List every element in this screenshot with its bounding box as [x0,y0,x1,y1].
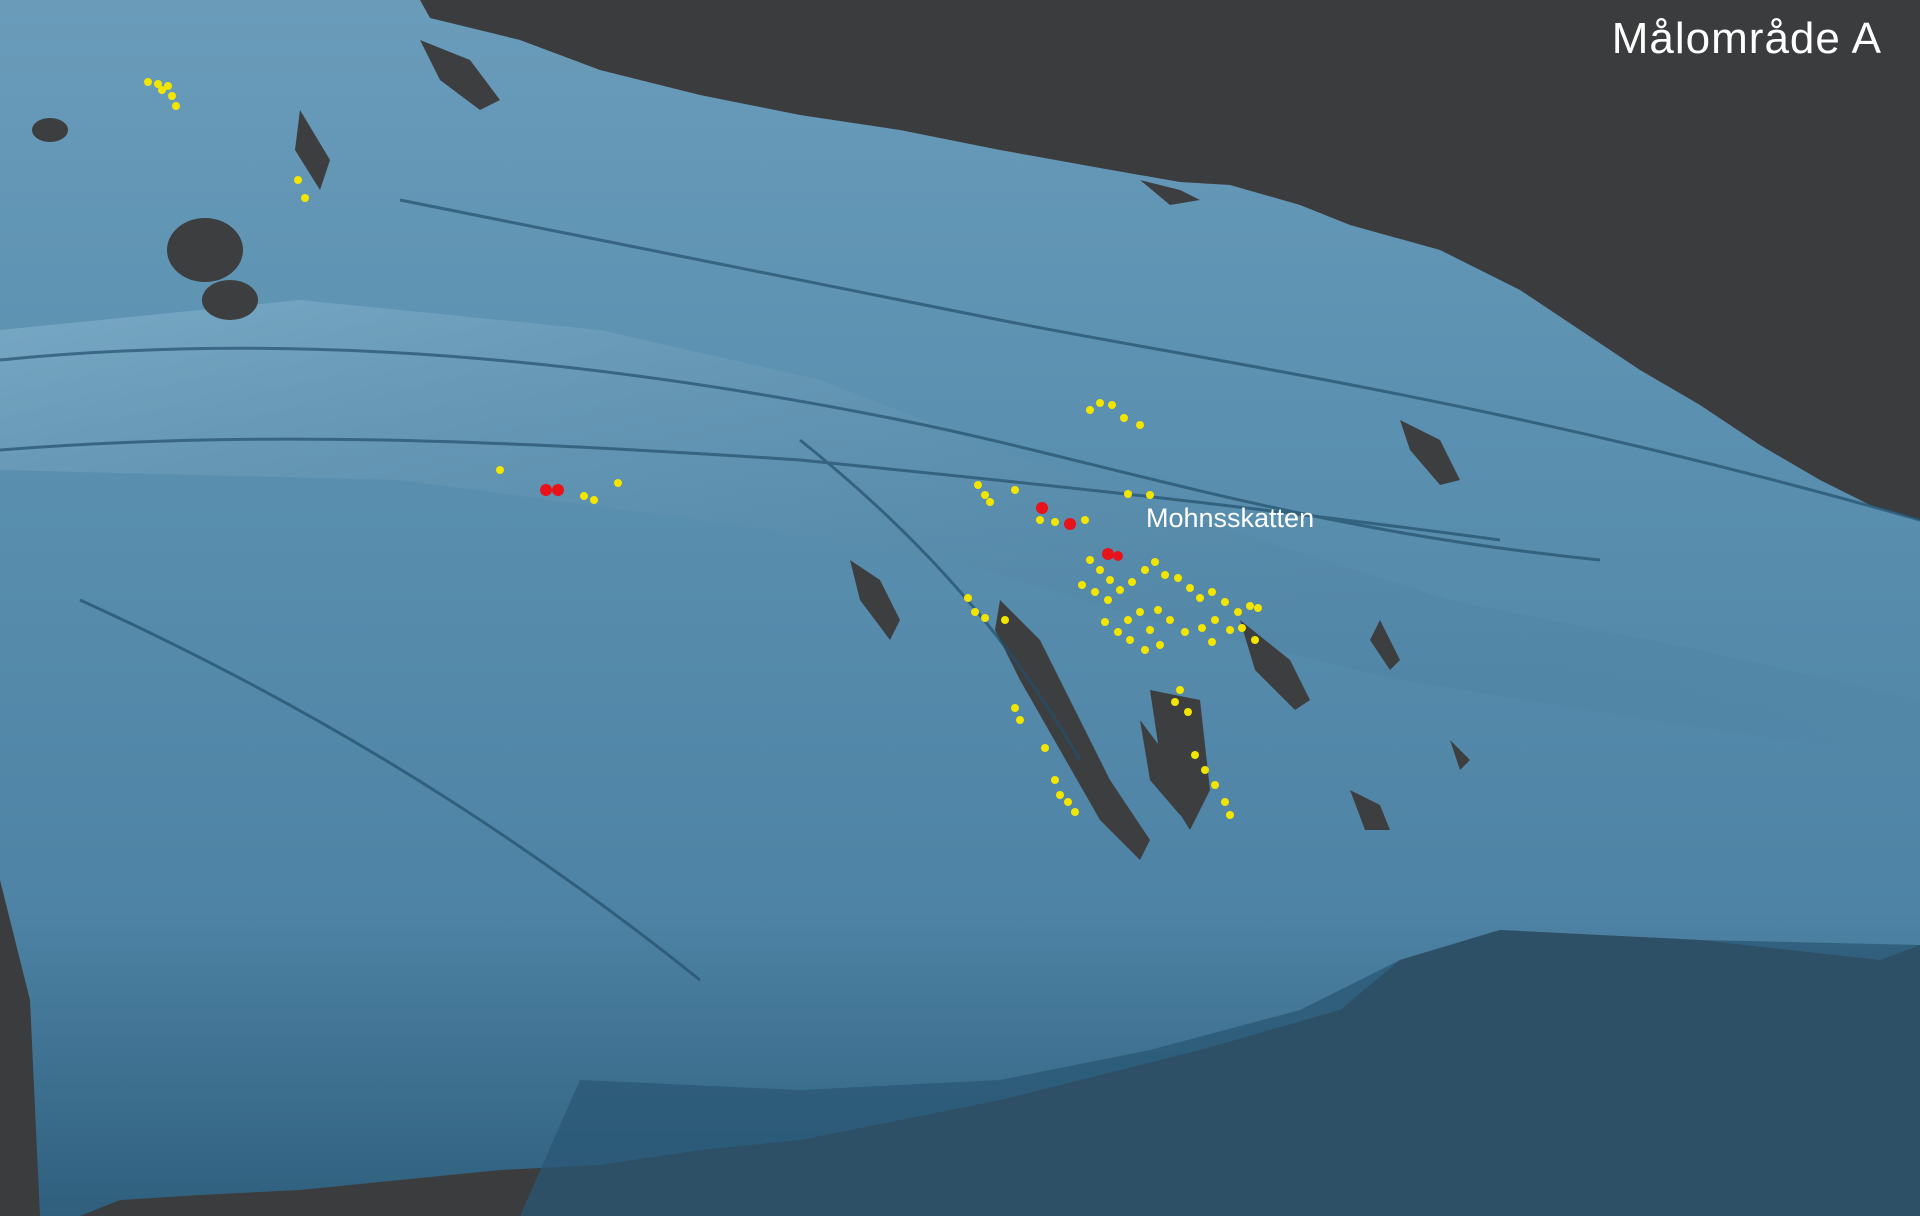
terrain-map [0,0,1920,1216]
map-title: Målområde A [1611,14,1882,63]
place-label-mohnsskatten: Mohnsskatten [1146,503,1315,533]
